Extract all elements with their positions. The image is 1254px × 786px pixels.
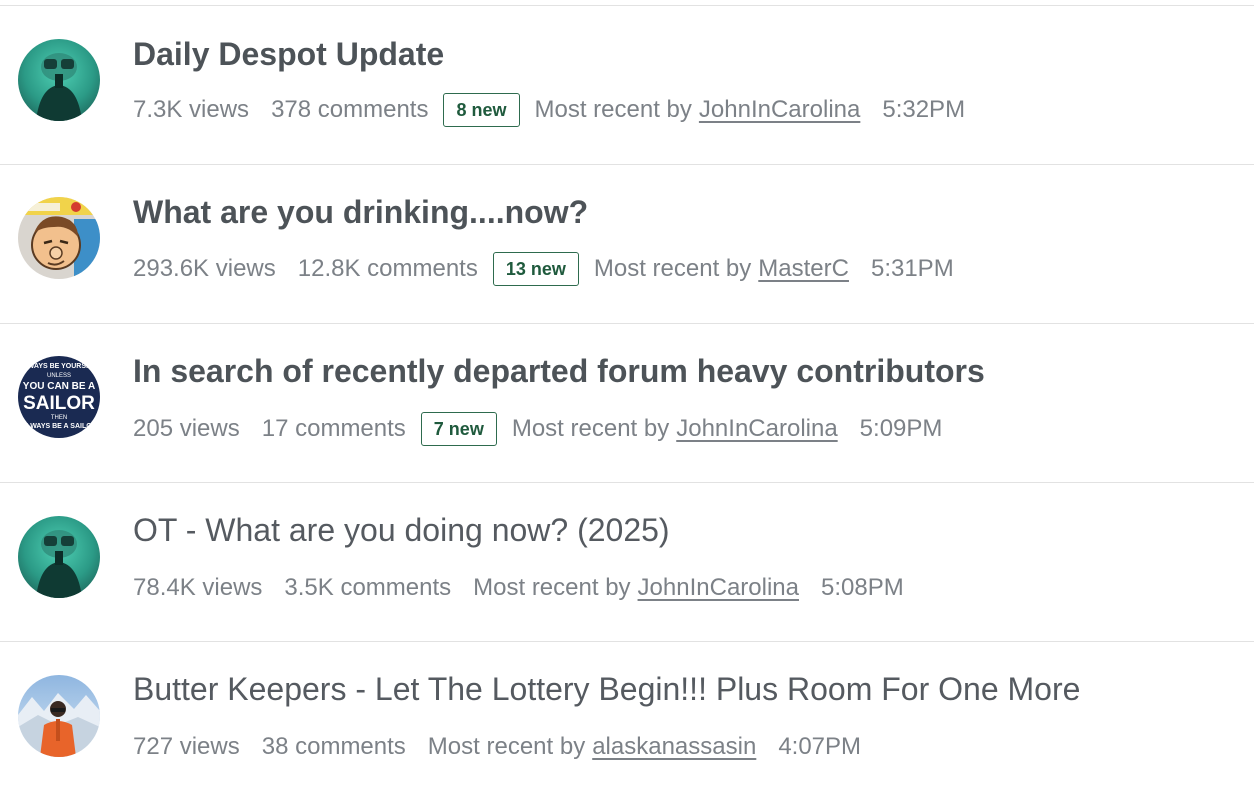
comment-count: 12.8K comments — [297, 255, 478, 282]
sailor-sign-line-2: UNLESS — [47, 373, 71, 379]
last-post-time: 5:09PM — [859, 415, 943, 442]
comment-count: 378 comments — [271, 96, 429, 123]
most-recent-user-link[interactable]: JohnInCarolina — [638, 574, 799, 602]
discussion-row: Daily Despot Update 7.3K views 378 comme… — [0, 6, 1254, 165]
sailor-sign-line-4: SAILOR — [23, 393, 95, 414]
new-comments-badge: 13 new — [492, 252, 579, 286]
discussion-meta: 7.3K views 378 comments 8 new Most recen… — [133, 91, 965, 129]
most-recent-label: Most recent by — [427, 733, 586, 760]
sailor-sign-line-1: ALWAYS BE YOURSELF — [19, 363, 100, 370]
most-recent-user-link[interactable]: MasterC — [758, 255, 849, 283]
discussion-title[interactable]: Daily Despot Update — [133, 36, 444, 73]
most-recent-label: Most recent by — [534, 96, 692, 123]
discussion-meta: 78.4K views 3.5K comments Most recent by… — [133, 569, 904, 607]
sailor-sign-line-6: ALWAYS BE A SAILOR — [21, 423, 96, 430]
most-recent-label: Most recent by — [593, 255, 752, 282]
discussion-row: OT - What are you doing now? (2025) 78.4… — [0, 483, 1254, 642]
avatar-scuba-diver-icon[interactable] — [18, 39, 100, 121]
comment-count: 38 comments — [261, 733, 406, 760]
view-count: 293.6K views — [133, 255, 276, 282]
discussion-title[interactable]: Butter Keepers - Let The Lottery Begin!!… — [133, 671, 1080, 708]
discussion-row: Butter Keepers - Let The Lottery Begin!!… — [0, 642, 1254, 786]
discussion-title[interactable]: What are you drinking....now? — [133, 194, 588, 231]
discussion-title[interactable]: OT - What are you doing now? (2025) — [133, 512, 670, 549]
last-post-time: 5:31PM — [870, 255, 954, 282]
discussion-row: ALWAYS BE YOURSELF UNLESS YOU CAN BE A S… — [0, 324, 1254, 483]
view-count: 7.3K views — [133, 96, 250, 123]
most-recent-label: Most recent by — [511, 415, 670, 442]
discussion-meta: 205 views 17 comments 7 new Most recent … — [133, 410, 942, 448]
discussion-meta: 293.6K views 12.8K comments 13 new Most … — [133, 250, 954, 288]
comment-count: 17 comments — [261, 415, 406, 442]
sailor-sign-line-5: THEN — [51, 415, 67, 421]
most-recent-user-link[interactable]: JohnInCarolina — [676, 415, 837, 443]
avatar-scuba-diver-icon[interactable] — [18, 516, 100, 598]
new-comments-badge: 7 new — [420, 412, 497, 446]
avatar-sailor-sign-icon[interactable]: ALWAYS BE YOURSELF UNLESS YOU CAN BE A S… — [18, 356, 100, 438]
new-comments-badge: 8 new — [443, 93, 520, 127]
avatar-skier-photo-icon[interactable] — [18, 675, 100, 757]
avatar-cartoon-face-icon[interactable] — [18, 197, 100, 279]
discussion-list: Daily Despot Update 7.3K views 378 comme… — [0, 0, 1254, 786]
most-recent-label: Most recent by — [473, 574, 631, 601]
view-count: 205 views — [133, 415, 240, 442]
sailor-sign-line-3: YOU CAN BE A — [23, 381, 95, 392]
discussion-title[interactable]: In search of recently departed forum hea… — [133, 353, 985, 390]
most-recent-user-link[interactable]: alaskanassasin — [592, 733, 756, 761]
comment-count: 3.5K comments — [284, 574, 452, 601]
most-recent-user-link[interactable]: JohnInCarolina — [699, 96, 860, 124]
view-count: 727 views — [133, 733, 240, 760]
last-post-time: 5:08PM — [820, 574, 904, 601]
discussion-meta: 727 views 38 comments Most recent by ala… — [133, 728, 861, 766]
last-post-time: 5:32PM — [882, 96, 966, 123]
last-post-time: 4:07PM — [778, 733, 862, 760]
view-count: 78.4K views — [133, 574, 263, 601]
discussion-row: What are you drinking....now? 293.6K vie… — [0, 165, 1254, 324]
